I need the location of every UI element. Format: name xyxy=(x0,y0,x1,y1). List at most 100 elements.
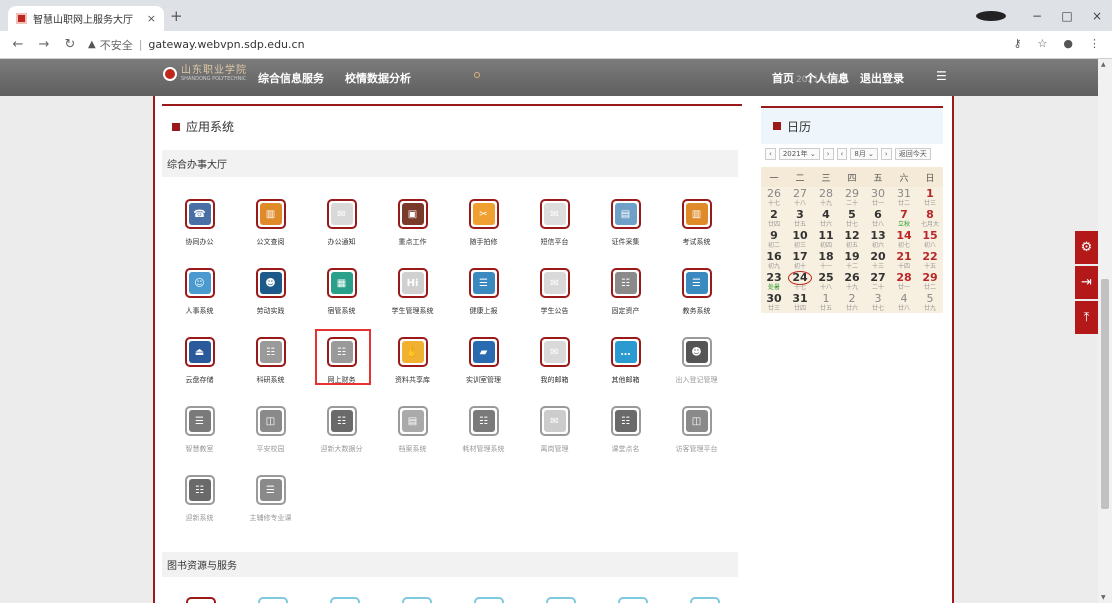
page-scrollbar[interactable]: ▲ ▼ xyxy=(1098,59,1112,603)
month-select[interactable]: 8月 ⌄ xyxy=(850,148,878,160)
calendar-day[interactable]: 5 廿七 xyxy=(839,208,865,229)
app-tile[interactable]: ☎ 协同办公 xyxy=(164,195,235,264)
nav-data-analysis[interactable]: 校情数据分析 xyxy=(345,70,411,86)
app-tile[interactable]: ✋ 资料共享库 xyxy=(377,333,448,402)
app-tile[interactable]: ☰ 教务系统 xyxy=(661,264,732,333)
calendar-day[interactable]: 27 十八 xyxy=(787,187,813,208)
app-tile[interactable]: ▰ 实训室管理 xyxy=(448,333,519,402)
maximize-button[interactable]: □ xyxy=(1052,9,1082,23)
book-app-icon[interactable] xyxy=(330,597,360,603)
app-tile[interactable]: ⏏ 云盘存储 xyxy=(164,333,235,402)
scroll-down-icon[interactable]: ▼ xyxy=(1101,594,1106,601)
calendar-day[interactable]: 17 初十 xyxy=(787,250,813,271)
nav-logout[interactable]: 退出登录 xyxy=(860,70,904,86)
browser-tab[interactable]: 智慧山职网上服务大厅 × xyxy=(8,6,164,31)
app-tile[interactable]: ☷ 迎新大数据分 xyxy=(306,402,377,471)
app-tile[interactable]: … 其他邮箱 xyxy=(590,333,661,402)
app-tile[interactable]: ▥ 公文查阅 xyxy=(235,195,306,264)
key-icon[interactable]: ⚷ xyxy=(1013,37,1021,50)
app-tile[interactable]: ▦ 宿管系统 xyxy=(306,264,377,333)
calendar-day[interactable]: 12 初五 xyxy=(839,229,865,250)
calendar-day[interactable]: 9 初二 xyxy=(761,229,787,250)
calendar-day[interactable]: 29 二十 xyxy=(839,187,865,208)
app-tile[interactable]: ▥ 考试系统 xyxy=(661,195,732,264)
close-window-button[interactable]: × xyxy=(1082,9,1112,23)
exit-icon[interactable]: ⇥ xyxy=(1075,266,1098,299)
back-to-top-icon[interactable]: ⤒ xyxy=(1075,301,1098,334)
calendar-day[interactable]: 1 廿三 xyxy=(917,187,943,208)
calendar-day[interactable]: 3 廿五 xyxy=(787,208,813,229)
calendar-day[interactable]: 29 廿二 xyxy=(917,271,943,292)
app-tile[interactable]: ☷ 课堂点名 xyxy=(590,402,661,471)
scroll-up-icon[interactable]: ▲ xyxy=(1101,61,1106,68)
book-app-icon[interactable] xyxy=(402,597,432,603)
calendar-day[interactable]: 4 廿六 xyxy=(813,208,839,229)
scrollbar-thumb[interactable] xyxy=(1101,279,1109,509)
book-app-icon[interactable] xyxy=(258,597,288,603)
app-tile[interactable]: ✉ 离岗管理 xyxy=(519,402,590,471)
nav-personal-info[interactable]: 个人信息 xyxy=(805,70,849,86)
year-select[interactable]: 2021年 ⌄ xyxy=(778,148,820,160)
calendar-day[interactable]: 5 廿九 xyxy=(917,292,943,313)
app-tile[interactable]: ◫ 访客管理平台 xyxy=(661,402,732,471)
app-tile[interactable]: ☷ 固定资产 xyxy=(590,264,661,333)
calendar-day[interactable]: 13 初六 xyxy=(865,229,891,250)
app-tile[interactable]: ☰ 主辅修专业课 xyxy=(235,471,306,540)
calendar-day[interactable]: 2 廿四 xyxy=(761,208,787,229)
app-tile[interactable]: ☰ 健康上报 xyxy=(448,264,519,333)
calendar-day[interactable]: 26 十九 xyxy=(839,271,865,292)
calendar-day[interactable]: 28 十九 xyxy=(813,187,839,208)
calendar-day[interactable]: 1 廿五 xyxy=(813,292,839,313)
calendar-day[interactable]: 26 十七 xyxy=(761,187,787,208)
today-button[interactable]: 返回今天 xyxy=(894,148,931,160)
app-tile[interactable]: ☷ 科研系统 xyxy=(235,333,306,402)
app-tile[interactable]: ✉ 学生公告 xyxy=(519,264,590,333)
app-tile[interactable]: ✂ 随手拍修 xyxy=(448,195,519,264)
calendar-day[interactable]: 20 十三 xyxy=(865,250,891,271)
minimize-button[interactable]: − xyxy=(1022,9,1052,23)
app-tile[interactable]: ☷ 网上财务 xyxy=(306,329,377,402)
calendar-day[interactable]: 3 廿七 xyxy=(865,292,891,313)
calendar-day[interactable]: 22 十五 xyxy=(917,250,943,271)
calendar-day[interactable]: 27 二十 xyxy=(865,271,891,292)
calendar-day[interactable]: 16 初九 xyxy=(761,250,787,271)
next-year-button[interactable]: › xyxy=(822,148,834,160)
calendar-day[interactable]: 10 初三 xyxy=(787,229,813,250)
app-tile[interactable]: ☷ 迎新系统 xyxy=(164,471,235,540)
app-tile[interactable]: ◫ 平安校园 xyxy=(235,402,306,471)
url-field[interactable]: ▲ 不安全 | gateway.webvpn.sdp.edu.cn xyxy=(88,37,305,53)
new-tab-button[interactable]: + xyxy=(170,7,183,25)
app-tile[interactable]: ☺ 人事系统 xyxy=(164,264,235,333)
calendar-day[interactable]: 31 廿二 xyxy=(891,187,917,208)
calendar-day[interactable]: 28 廿一 xyxy=(891,271,917,292)
book-app-icon[interactable] xyxy=(546,597,576,603)
calendar-day[interactable]: 30 廿一 xyxy=(865,187,891,208)
site-logo[interactable]: 山东职业学院 SHANDONG POLYTECHNIC xyxy=(163,66,247,82)
nav-info-service[interactable]: 综合信息服务 xyxy=(258,70,324,86)
more-menu-icon[interactable]: ⋮ xyxy=(1089,37,1100,50)
calendar-day[interactable]: 4 廿八 xyxy=(891,292,917,313)
calendar-day[interactable]: 25 十八 xyxy=(813,271,839,292)
prev-month-button[interactable]: ‹ xyxy=(836,148,848,160)
forward-icon[interactable]: → xyxy=(36,37,52,52)
calendar-day[interactable]: 19 十二 xyxy=(839,250,865,271)
app-tile[interactable]: ✉ 办公通知 xyxy=(306,195,377,264)
calendar-day[interactable]: 24 十七 xyxy=(787,271,813,292)
calendar-day[interactable]: 8 七月大 xyxy=(917,208,943,229)
calendar-day[interactable]: 18 十一 xyxy=(813,250,839,271)
next-month-button[interactable]: › xyxy=(880,148,892,160)
menu-icon[interactable]: ☰ xyxy=(936,69,947,83)
calendar-day[interactable]: 21 十四 xyxy=(891,250,917,271)
calendar-day[interactable]: 15 初八 xyxy=(917,229,943,250)
app-tile[interactable]: ☷ 耗材管理系统 xyxy=(448,402,519,471)
calendar-day[interactable]: 11 初四 xyxy=(813,229,839,250)
settings-gear-icon[interactable]: ⚙ xyxy=(1075,231,1098,264)
calendar-day[interactable]: 30 廿三 xyxy=(761,292,787,313)
app-tile[interactable]: ☻ 劳动实践 xyxy=(235,264,306,333)
prev-year-button[interactable]: ‹ xyxy=(765,148,776,160)
calendar-day[interactable]: 6 廿八 xyxy=(865,208,891,229)
account-icon[interactable]: ● xyxy=(1063,37,1073,50)
app-tile[interactable]: ▣ 重点工作 xyxy=(377,195,448,264)
calendar-day[interactable]: 7 立秋 xyxy=(891,208,917,229)
calendar-day[interactable]: 23 处暑 xyxy=(761,271,787,292)
